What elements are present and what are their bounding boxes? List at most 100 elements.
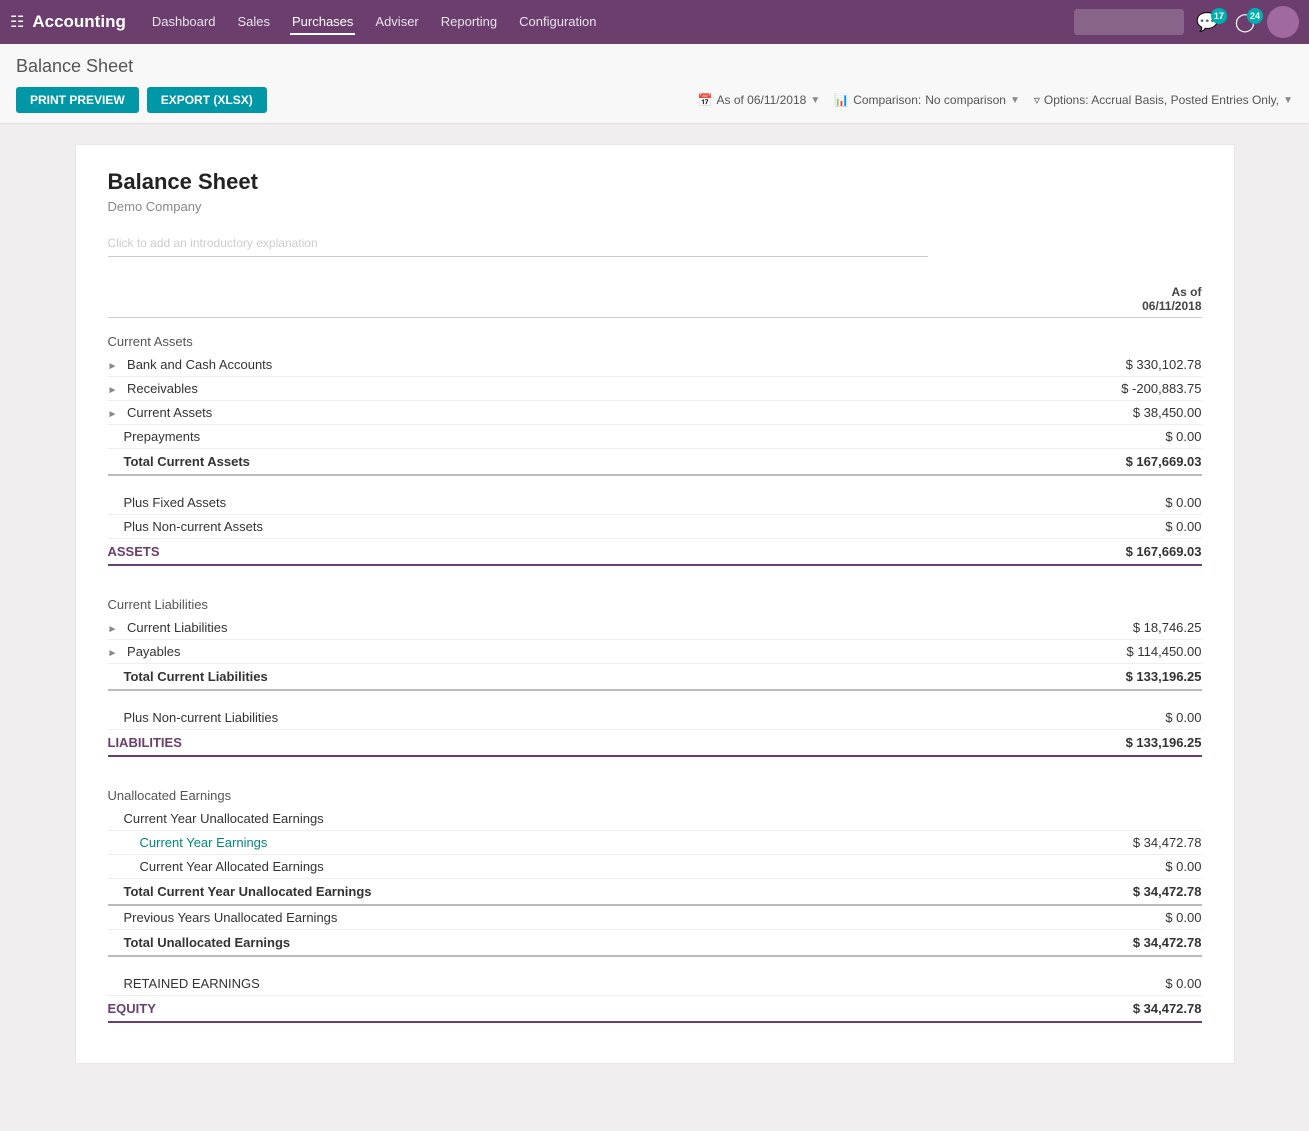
total-unallocated-value: $ 34,472.78	[928, 930, 1202, 957]
main-content: Balance Sheet Demo Company Click to add …	[0, 124, 1309, 1084]
previous-years-unallocated-value: $ 0.00	[928, 905, 1202, 930]
current-assets-section-title: Current Assets	[108, 318, 1202, 354]
retained-earnings-label: RETAINED EARNINGS	[108, 972, 929, 996]
activity-button[interactable]: ◯ 24	[1231, 12, 1259, 33]
plus-fixed-assets-row[interactable]: Plus Fixed Assets $ 0.00	[108, 491, 1202, 515]
brand-label: Accounting	[32, 12, 126, 32]
nav-menu: Dashboard Sales Purchases Adviser Report…	[150, 10, 1075, 35]
total-current-liabilities-label: Total Current Liabilities	[108, 664, 929, 691]
receivables-expand-arrow: ►	[108, 385, 118, 396]
bank-label: ► Bank and Cash Accounts	[108, 353, 929, 377]
current-liabilities-section-label: Current Liabilities	[108, 581, 1202, 616]
right-icons: 💬 17 ◯ 24	[1074, 6, 1299, 38]
calendar-icon: 📅	[698, 93, 713, 107]
grid-icon[interactable]: ☷	[10, 12, 24, 32]
equity-label: EQUITY	[108, 996, 929, 1023]
options-dropdown-arrow: ▼	[1283, 95, 1293, 106]
total-current-assets-value: $ 167,669.03	[928, 449, 1202, 476]
comparison-dropdown-arrow: ▼	[1010, 95, 1020, 106]
plus-noncurrent-assets-label: Plus Non-current Assets	[108, 515, 929, 539]
current-year-allocated-row: Current Year Allocated Earnings $ 0.00	[108, 855, 1202, 879]
current-year-unallocated-label: Current Year Unallocated Earnings	[108, 807, 929, 831]
current-assets-label: Current Assets	[108, 318, 1202, 354]
current-year-allocated-label: Current Year Allocated Earnings	[108, 855, 929, 879]
current-year-earnings-label: Current Year Earnings	[108, 831, 929, 855]
date-filter[interactable]: 📅 As of 06/11/2018 ▼	[698, 93, 821, 107]
current-assets-sub-row[interactable]: ► Current Assets $ 38,450.00	[108, 401, 1202, 425]
prepayments-label: Prepayments	[108, 425, 929, 449]
receivables-row[interactable]: ► Receivables $ -200,883.75	[108, 377, 1202, 401]
subheader: Balance Sheet PRINT PREVIEW EXPORT (XLSX…	[0, 44, 1309, 124]
options-filter[interactable]: ▿ Options: Accrual Basis, Posted Entries…	[1034, 93, 1293, 107]
equity-value: $ 34,472.78	[928, 996, 1202, 1023]
as-of-header: As of06/11/2018	[928, 281, 1202, 318]
retained-earnings-value: $ 0.00	[928, 972, 1202, 996]
plus-fixed-assets-label: Plus Fixed Assets	[108, 491, 929, 515]
page-title: Balance Sheet	[16, 56, 1293, 77]
spacer4	[108, 756, 1202, 772]
current-assets-sub-value: $ 38,450.00	[928, 401, 1202, 425]
current-liabilities-section-title: Current Liabilities	[108, 581, 1202, 616]
date-dropdown-arrow: ▼	[810, 95, 820, 106]
nav-configuration[interactable]: Configuration	[517, 10, 598, 35]
total-current-liabilities-row: Total Current Liabilities $ 133,196.25	[108, 664, 1202, 691]
previous-years-unallocated-row: Previous Years Unallocated Earnings $ 0.…	[108, 905, 1202, 930]
export-button[interactable]: EXPORT (XLSX)	[147, 87, 267, 113]
current-year-earnings-row[interactable]: Current Year Earnings $ 34,472.78	[108, 831, 1202, 855]
previous-years-unallocated-label: Previous Years Unallocated Earnings	[108, 905, 929, 930]
payables-row[interactable]: ► Payables $ 114,450.00	[108, 640, 1202, 664]
payables-expand-arrow: ►	[108, 648, 118, 659]
retained-earnings-row[interactable]: RETAINED EARNINGS $ 0.00	[108, 972, 1202, 996]
avatar[interactable]	[1267, 6, 1299, 38]
filter-icon: ▿	[1034, 93, 1040, 107]
total-current-assets-label: Total Current Assets	[108, 449, 929, 476]
as-of-label: As of 06/11/2018	[716, 93, 806, 107]
table-header-row: As of06/11/2018	[108, 281, 1202, 318]
prepayments-value: $ 0.00	[928, 425, 1202, 449]
chart-icon: 📊	[834, 93, 849, 107]
equity-total-row: EQUITY $ 34,472.78	[108, 996, 1202, 1023]
nav-purchases[interactable]: Purchases	[290, 10, 355, 35]
plus-noncurrent-liabilities-label: Plus Non-current Liabilities	[108, 706, 929, 730]
report-container: Balance Sheet Demo Company Click to add …	[75, 144, 1235, 1064]
assets-label: ASSETS	[108, 539, 929, 566]
spacer1	[108, 475, 1202, 491]
receivables-value: $ -200,883.75	[928, 377, 1202, 401]
unallocated-earnings-section-title: Unallocated Earnings	[108, 772, 1202, 807]
bank-value: $ 330,102.78	[928, 353, 1202, 377]
current-liabilities-label: ► Current Liabilities	[108, 616, 929, 640]
messages-badge: 17	[1211, 8, 1227, 24]
prepayments-row: Prepayments $ 0.00	[108, 425, 1202, 449]
nav-reporting[interactable]: Reporting	[439, 10, 499, 35]
spacer2	[108, 565, 1202, 581]
plus-noncurrent-liabilities-value: $ 0.00	[928, 706, 1202, 730]
current-year-allocated-value: $ 0.00	[928, 855, 1202, 879]
liabilities-label: LIABILITIES	[108, 730, 929, 757]
plus-noncurrent-liabilities-row[interactable]: Plus Non-current Liabilities $ 0.00	[108, 706, 1202, 730]
total-unallocated-label: Total Unallocated Earnings	[108, 930, 929, 957]
comparison-filter[interactable]: 📊 Comparison: No comparison ▼	[834, 93, 1020, 107]
bank-row[interactable]: ► Bank and Cash Accounts $ 330,102.78	[108, 353, 1202, 377]
messages-button[interactable]: 💬 17	[1192, 12, 1222, 33]
total-current-assets-row: Total Current Assets $ 167,669.03	[108, 449, 1202, 476]
comparison-label: Comparison:	[853, 93, 921, 107]
current-liabilities-row[interactable]: ► Current Liabilities $ 18,746.25	[108, 616, 1202, 640]
report-title: Balance Sheet	[108, 169, 1202, 195]
filter-group: 📅 As of 06/11/2018 ▼ 📊 Comparison: No co…	[698, 93, 1293, 107]
intro-placeholder[interactable]: Click to add an introductory explanation	[108, 230, 929, 257]
search-input[interactable]	[1074, 9, 1184, 35]
print-preview-button[interactable]: PRINT PREVIEW	[16, 87, 139, 113]
report-company: Demo Company	[108, 199, 1202, 214]
plus-noncurrent-assets-value: $ 0.00	[928, 515, 1202, 539]
liabilities-value: $ 133,196.25	[928, 730, 1202, 757]
receivables-label: ► Receivables	[108, 377, 929, 401]
nav-sales[interactable]: Sales	[235, 10, 272, 35]
plus-noncurrent-assets-row[interactable]: Plus Non-current Assets $ 0.00	[108, 515, 1202, 539]
options-label: Options: Accrual Basis, Posted Entries O…	[1044, 93, 1279, 107]
nav-adviser[interactable]: Adviser	[373, 10, 420, 35]
total-unallocated-row: Total Unallocated Earnings $ 34,472.78	[108, 930, 1202, 957]
plus-fixed-assets-value: $ 0.00	[928, 491, 1202, 515]
current-year-unallocated-row: Current Year Unallocated Earnings	[108, 807, 1202, 831]
unallocated-earnings-label: Unallocated Earnings	[108, 772, 1202, 807]
nav-dashboard[interactable]: Dashboard	[150, 10, 218, 35]
